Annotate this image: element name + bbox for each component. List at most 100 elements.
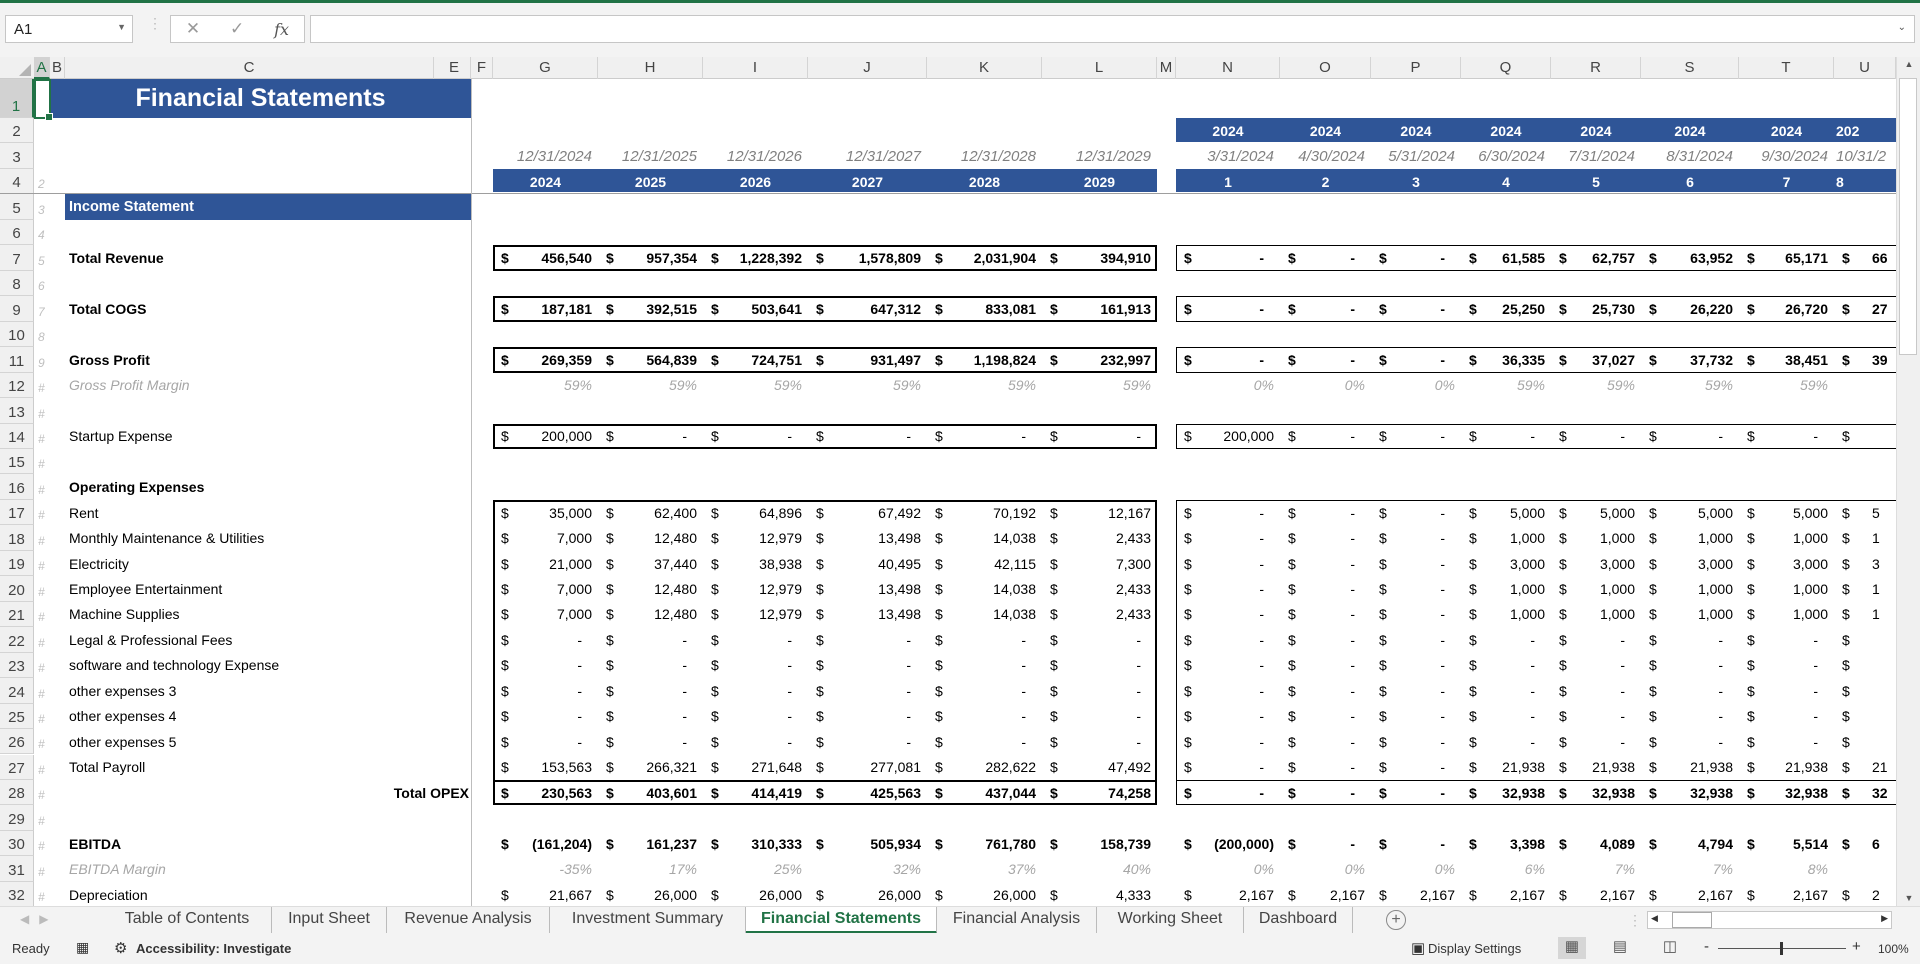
sheet-tab-financial-analysis[interactable]: Financial Analysis bbox=[937, 907, 1097, 934]
cell-r21[interactable]: $1,000 bbox=[1551, 602, 1641, 627]
cell-l27[interactable]: $47,492 bbox=[1042, 755, 1157, 780]
cell-r18[interactable]: $1,000 bbox=[1551, 525, 1641, 550]
cell-s7[interactable]: $63,952 bbox=[1641, 245, 1739, 270]
cell-t17[interactable]: $5,000 bbox=[1739, 500, 1834, 525]
cell-i18[interactable]: $12,979 bbox=[703, 525, 808, 550]
row-header[interactable]: 6 bbox=[0, 219, 34, 246]
cell-i32[interactable]: $26,000 bbox=[703, 882, 808, 907]
cell-q7[interactable]: $61,585 bbox=[1461, 245, 1551, 270]
cell-g17[interactable]: $35,000 bbox=[493, 500, 598, 525]
cell-q20[interactable]: $1,000 bbox=[1461, 576, 1551, 601]
row-header[interactable]: 7 bbox=[0, 245, 34, 271]
cell-h21[interactable]: $12,480 bbox=[598, 602, 703, 627]
row-header[interactable]: 16 bbox=[0, 474, 34, 500]
cell-g32[interactable]: $21,667 bbox=[493, 882, 598, 907]
cell-n17[interactable]: $ - bbox=[1176, 500, 1280, 525]
cell-t25[interactable]: $ - bbox=[1739, 704, 1834, 729]
cell-s18[interactable]: $1,000 bbox=[1641, 525, 1739, 550]
cell-k9[interactable]: $833,081 bbox=[927, 296, 1042, 321]
cell-o30[interactable]: $ - bbox=[1280, 831, 1371, 856]
cell-l18[interactable]: $2,433 bbox=[1042, 525, 1157, 550]
cell-i22[interactable]: $ - bbox=[703, 627, 808, 652]
cell-h24[interactable]: $ - bbox=[598, 678, 703, 703]
cell-q14[interactable]: $ - bbox=[1461, 424, 1551, 449]
cell-r12[interactable]: 59% bbox=[1551, 373, 1641, 398]
cell-o21[interactable]: $ - bbox=[1280, 602, 1371, 627]
cell-p22[interactable]: $ - bbox=[1371, 627, 1461, 652]
cell-r11[interactable]: $37,027 bbox=[1551, 347, 1641, 372]
row-header[interactable]: 23 bbox=[0, 652, 34, 679]
vertical-scroll-thumb[interactable] bbox=[1899, 78, 1917, 355]
cell-t26[interactable]: $ - bbox=[1739, 729, 1834, 754]
cell-o28[interactable]: $ - bbox=[1280, 780, 1371, 805]
row-header[interactable]: 18 bbox=[0, 525, 34, 551]
cell-t7[interactable]: $65,171 bbox=[1739, 245, 1834, 270]
cell-s26[interactable]: $ - bbox=[1641, 729, 1739, 754]
sheet-tab-working-sheet[interactable]: Working Sheet bbox=[1097, 907, 1244, 934]
cell-k25[interactable]: $ - bbox=[927, 704, 1042, 729]
cell-q32[interactable]: $2,167 bbox=[1461, 882, 1551, 907]
cell-l24[interactable]: $ - bbox=[1042, 678, 1157, 703]
cell-o11[interactable]: $ - bbox=[1280, 347, 1371, 372]
cell-i9[interactable]: $503,641 bbox=[703, 296, 808, 321]
zoom-slider-handle[interactable] bbox=[1780, 942, 1783, 955]
cell-h14[interactable]: $ - bbox=[598, 424, 703, 449]
cell-p7[interactable]: $ - bbox=[1371, 245, 1461, 270]
cell-k14[interactable]: $ - bbox=[927, 424, 1042, 449]
cell-h25[interactable]: $ - bbox=[598, 704, 703, 729]
cell-n20[interactable]: $ - bbox=[1176, 576, 1280, 601]
row-header[interactable]: 20 bbox=[0, 576, 34, 602]
cell-n21[interactable]: $ - bbox=[1176, 602, 1280, 627]
cell-j11[interactable]: $931,497 bbox=[808, 347, 927, 372]
cell-h17[interactable]: $62,400 bbox=[598, 500, 703, 525]
cell-l17[interactable]: $12,167 bbox=[1042, 500, 1157, 525]
cell-t9[interactable]: $26,720 bbox=[1739, 296, 1834, 321]
cell-n23[interactable]: $ - bbox=[1176, 653, 1280, 678]
cell-n27[interactable]: $ - bbox=[1176, 755, 1280, 780]
cell-k31[interactable]: 37% bbox=[927, 856, 1042, 881]
selected-cell-a1[interactable] bbox=[34, 79, 53, 121]
row-header[interactable]: 14 bbox=[0, 423, 34, 449]
cell-j25[interactable]: $ - bbox=[808, 704, 927, 729]
cell-g7[interactable]: $456,540 bbox=[493, 245, 598, 270]
cell-p23[interactable]: $ - bbox=[1371, 653, 1461, 678]
column-header-e[interactable]: E bbox=[438, 57, 471, 79]
scroll-up-icon[interactable]: ▲ bbox=[1897, 59, 1920, 69]
cell-p31[interactable]: 0% bbox=[1371, 856, 1461, 881]
cell-g25[interactable]: $ - bbox=[493, 704, 598, 729]
column-header-s[interactable]: S bbox=[1641, 57, 1739, 79]
zoom-in-button[interactable]: + bbox=[1852, 938, 1861, 955]
cell-p26[interactable]: $ - bbox=[1371, 729, 1461, 754]
cell-k21[interactable]: $14,038 bbox=[927, 602, 1042, 627]
accessibility-status[interactable]: Accessibility: Investigate bbox=[136, 941, 291, 956]
cell-q21[interactable]: $1,000 bbox=[1461, 602, 1551, 627]
row-header[interactable]: 19 bbox=[0, 550, 34, 577]
cell-l30[interactable]: $158,739 bbox=[1042, 831, 1157, 856]
sheet-tab-investment-summary[interactable]: Investment Summary bbox=[550, 907, 746, 934]
zoom-out-button[interactable]: - bbox=[1704, 938, 1709, 955]
page-break-preview-icon[interactable]: ◫ bbox=[1656, 937, 1684, 959]
row-header[interactable]: 9 bbox=[0, 296, 34, 322]
cell-j23[interactable]: $ - bbox=[808, 653, 927, 678]
cell-g28[interactable]: $230,563 bbox=[493, 780, 598, 805]
chevron-down-icon[interactable]: ▼ bbox=[117, 22, 126, 32]
cell-n31[interactable]: 0% bbox=[1176, 856, 1280, 881]
cell-j7[interactable]: $1,578,809 bbox=[808, 245, 927, 270]
cell-i12[interactable]: 59% bbox=[703, 373, 808, 398]
cell-k22[interactable]: $ - bbox=[927, 627, 1042, 652]
cell-q17[interactable]: $5,000 bbox=[1461, 500, 1551, 525]
cell-l7[interactable]: $394,910 bbox=[1042, 245, 1157, 270]
cell-p25[interactable]: $ - bbox=[1371, 704, 1461, 729]
cell-l22[interactable]: $ - bbox=[1042, 627, 1157, 652]
cell-g31[interactable]: -35% bbox=[493, 856, 598, 881]
row-header[interactable]: 17 bbox=[0, 499, 34, 526]
cell-t20[interactable]: $1,000 bbox=[1739, 576, 1834, 601]
cell-h19[interactable]: $37,440 bbox=[598, 551, 703, 576]
cell-u22[interactable]: $ bbox=[1834, 627, 1896, 652]
row-header[interactable]: 1 bbox=[0, 79, 34, 118]
cell-q12[interactable]: 59% bbox=[1461, 373, 1551, 398]
horizontal-scroll-thumb[interactable] bbox=[1672, 912, 1712, 928]
cell-g26[interactable]: $ - bbox=[493, 729, 598, 754]
cell-u19[interactable]: $3 bbox=[1834, 551, 1896, 576]
cell-g11[interactable]: $269,359 bbox=[493, 347, 598, 372]
